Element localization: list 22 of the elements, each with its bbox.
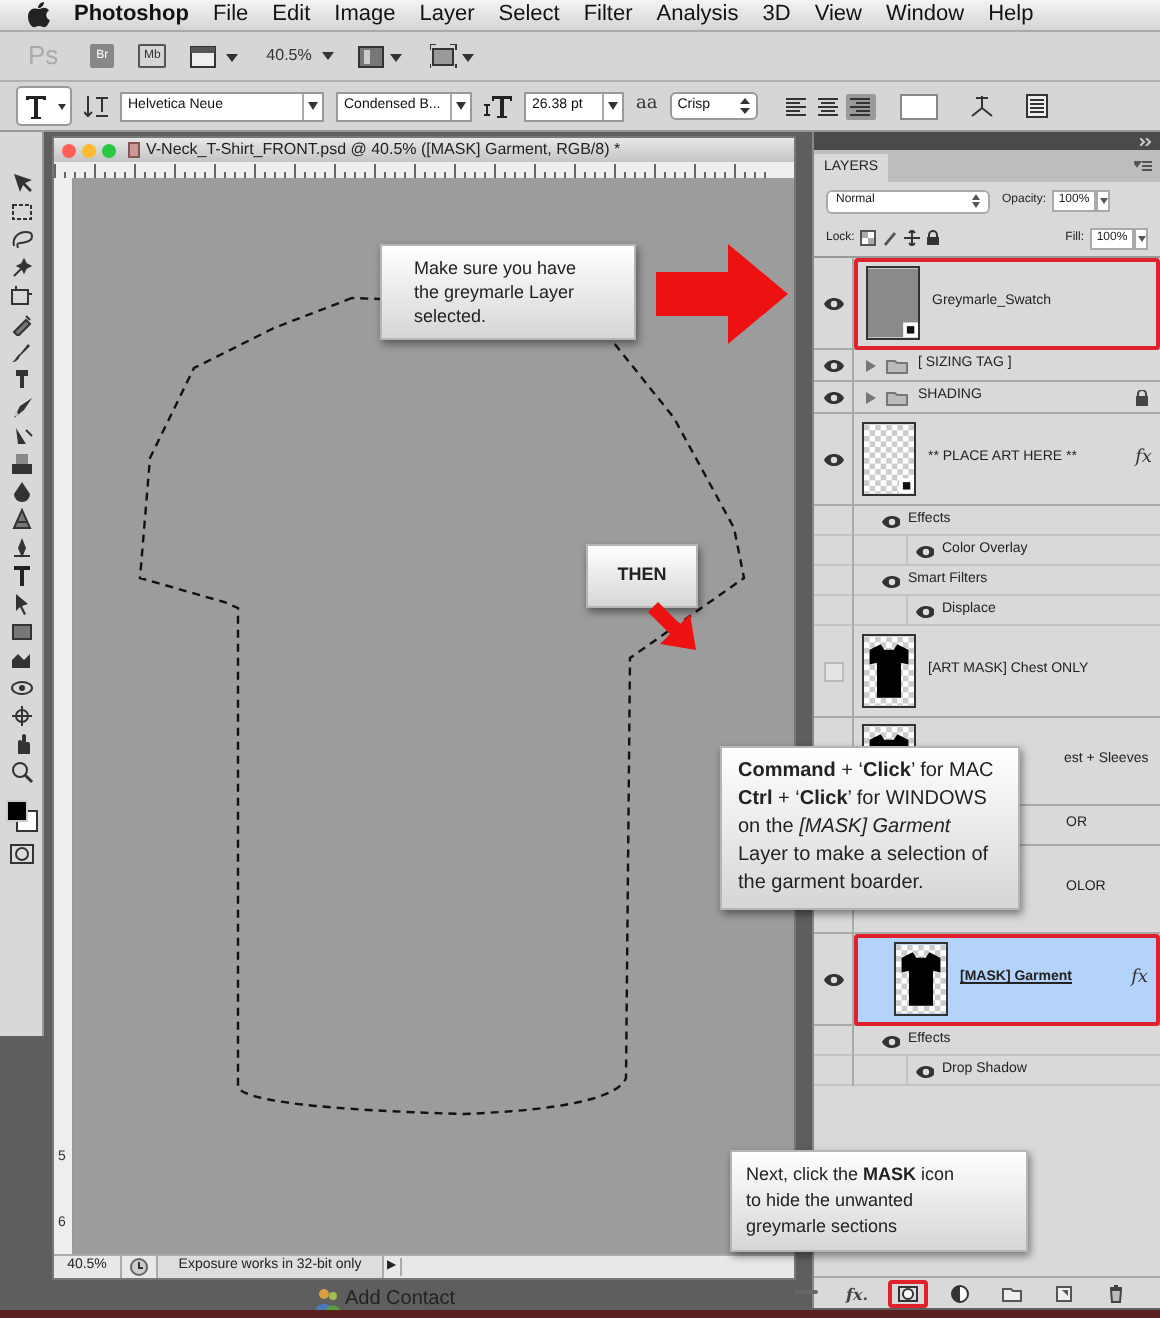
menu-item[interactable]: 3D xyxy=(762,0,791,32)
menu-item[interactable]: Analysis xyxy=(656,0,739,32)
antialias-label: aa xyxy=(636,92,658,119)
menu-item[interactable]: Image xyxy=(334,0,396,32)
callout-note: Make sure you have the greymarle Layer selected. xyxy=(380,244,636,340)
menu-item[interactable]: Filter xyxy=(583,0,633,32)
zoom-dropdown[interactable]: 40.5% xyxy=(266,44,334,68)
menu-item[interactable]: Layer xyxy=(419,0,475,32)
callout-note: Command + ‘Click’ for MAC Ctrl + ‘Click’ for WINDOWS on the [MASK] Garment Layer to make a selection of the garment boarder. xyxy=(720,746,1020,910)
effects-label: fx xyxy=(1135,445,1152,472)
menu-item[interactable]: Help xyxy=(988,0,1034,32)
menu-item[interactable]: Edit xyxy=(272,0,311,32)
app-menu[interactable]: Photoshop xyxy=(74,0,189,32)
document-title: V-Neck_T-Shirt_FRONT.psd @ 40.5% ([MASK] Garment, RGB/8) * xyxy=(146,138,621,162)
menu-item[interactable]: File xyxy=(212,0,249,32)
menu-item[interactable]: View xyxy=(814,0,862,32)
callout-note: Next, click the MASK icon to hide the unwanted greymarle sections xyxy=(730,1150,1028,1252)
effects-label: fx xyxy=(1131,965,1148,992)
menu-item[interactable]: Select xyxy=(498,0,560,32)
fx-button[interactable]: fx. xyxy=(838,1279,876,1307)
callout-note: THEN xyxy=(586,544,698,607)
menu-item[interactable]: Window xyxy=(885,0,965,32)
